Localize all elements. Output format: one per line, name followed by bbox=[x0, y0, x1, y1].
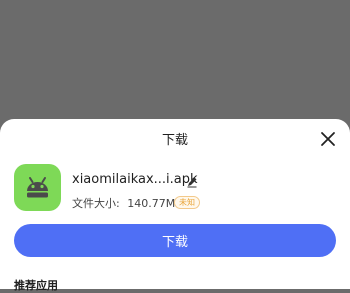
recommend-apps-heading: 推荐应用 bbox=[14, 279, 58, 292]
file-name: xiaomilaikax...i.apk bbox=[72, 172, 198, 187]
close-icon bbox=[321, 132, 335, 146]
file-size-row: 文件大小: 140.77MB bbox=[72, 195, 183, 211]
file-size-label: 文件大小: bbox=[72, 197, 120, 210]
close-button[interactable] bbox=[318, 129, 338, 149]
download-bottom-sheet: 下载 xiaomilaikax...i.apk 文件大小: 140.77MB 未… bbox=[0, 119, 350, 292]
edit-icon bbox=[187, 177, 197, 188]
edit-filename-button[interactable] bbox=[186, 173, 198, 188]
unknown-badge: 未知 bbox=[174, 196, 200, 209]
android-icon bbox=[27, 177, 48, 198]
app-icon bbox=[14, 164, 61, 211]
download-button[interactable]: 下载 bbox=[14, 224, 336, 257]
sheet-title: 下载 bbox=[161, 133, 188, 148]
